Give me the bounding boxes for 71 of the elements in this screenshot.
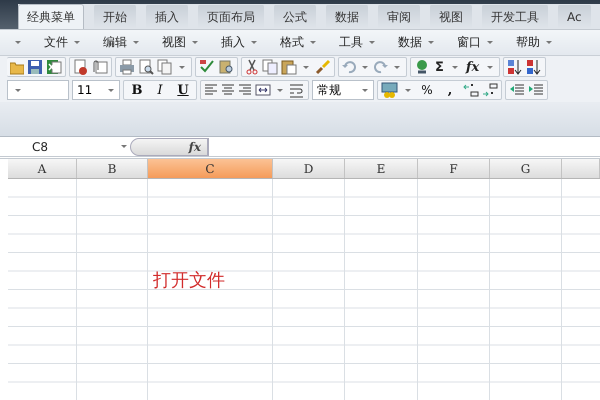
caret-icon[interactable]: [546, 41, 552, 44]
italic-button[interactable]: I: [150, 82, 170, 98]
caret-icon[interactable]: [428, 41, 434, 44]
column-header[interactable]: C: [148, 159, 273, 178]
clipboard-icon[interactable]: [281, 59, 297, 75]
caret-icon[interactable]: [487, 66, 494, 68]
cell-reference: C8: [32, 140, 48, 154]
caret-icon[interactable]: [108, 88, 114, 92]
caret-icon[interactable]: [405, 88, 411, 92]
caret-icon[interactable]: [369, 41, 375, 44]
paintbrush-icon[interactable]: [315, 59, 331, 75]
currency-icon[interactable]: [381, 82, 399, 98]
insert-function-button[interactable]: fx: [130, 138, 208, 156]
attachment-icon[interactable]: [92, 59, 108, 75]
column-header[interactable]: A: [8, 159, 77, 178]
wrap-text-icon[interactable]: [289, 82, 305, 98]
menu-item[interactable]: 格式: [280, 34, 304, 51]
sort-ascending-icon[interactable]: [507, 59, 524, 75]
globe-link-icon[interactable]: [414, 59, 430, 75]
save-icon[interactable]: [27, 59, 43, 75]
column-header[interactable]: G: [490, 159, 562, 178]
underline-button[interactable]: U: [173, 82, 193, 98]
copy-document-icon[interactable]: [157, 59, 173, 75]
bold-button[interactable]: B: [127, 82, 147, 98]
cell-text: 打开文件: [153, 271, 225, 291]
number-format-dropdown[interactable]: 常规: [312, 80, 374, 100]
caret-icon[interactable]: [15, 88, 21, 92]
caret-icon[interactable]: [394, 66, 400, 68]
book-icon[interactable]: [218, 59, 234, 75]
caret-icon[interactable]: [179, 66, 185, 68]
column-header[interactable]: D: [273, 159, 345, 178]
caret-icon[interactable]: [487, 41, 493, 44]
menu-item[interactable]: 工具: [339, 34, 363, 51]
menu-item[interactable]: 窗口: [457, 34, 481, 51]
function-button[interactable]: fx: [464, 60, 482, 74]
menu-item[interactable]: 帮助: [516, 34, 540, 51]
comma-button[interactable]: ,: [440, 82, 460, 98]
caret-icon[interactable]: [74, 41, 80, 44]
printer-icon[interactable]: [119, 59, 135, 75]
caret-icon[interactable]: [310, 41, 316, 44]
spreadsheet-icon[interactable]: [46, 59, 62, 75]
increase-decimal-icon[interactable]: [463, 82, 479, 98]
menu-item[interactable]: 编辑: [103, 34, 127, 51]
sort-descending-icon[interactable]: [526, 59, 542, 75]
print-preview-icon[interactable]: [138, 59, 154, 75]
sum-button[interactable]: Σ: [433, 60, 446, 74]
caret-icon[interactable]: [133, 41, 139, 44]
caret-icon[interactable]: [452, 66, 458, 68]
percent-button[interactable]: %: [417, 83, 437, 97]
caret-icon[interactable]: [15, 41, 21, 44]
caret-icon[interactable]: [251, 41, 257, 44]
document-stamp-icon[interactable]: [73, 59, 89, 75]
menu-item[interactable]: 插入: [221, 34, 245, 51]
decrease-decimal-icon[interactable]: [482, 82, 498, 98]
spell-check-icon[interactable]: [199, 59, 215, 75]
menu-item[interactable]: 文件: [44, 34, 68, 51]
copy-icon[interactable]: [262, 59, 278, 75]
caret-icon[interactable]: [121, 145, 127, 148]
scissors-icon[interactable]: [245, 59, 259, 75]
caret-icon[interactable]: [362, 88, 368, 92]
caret-icon[interactable]: [277, 88, 283, 92]
menu-item[interactable]: 数据: [398, 34, 422, 51]
column-header[interactable]: F: [418, 159, 490, 178]
font-size-dropdown[interactable]: 11: [72, 80, 120, 100]
ribbon-tab[interactable]: 经典菜单: [18, 4, 84, 29]
merge-cells-icon[interactable]: [255, 82, 271, 98]
caret-icon[interactable]: [192, 41, 198, 44]
column-header[interactable]: E: [345, 159, 418, 178]
menu-item[interactable]: 视图: [162, 34, 186, 51]
caret-icon[interactable]: [303, 66, 309, 68]
caret-icon[interactable]: [362, 66, 368, 68]
